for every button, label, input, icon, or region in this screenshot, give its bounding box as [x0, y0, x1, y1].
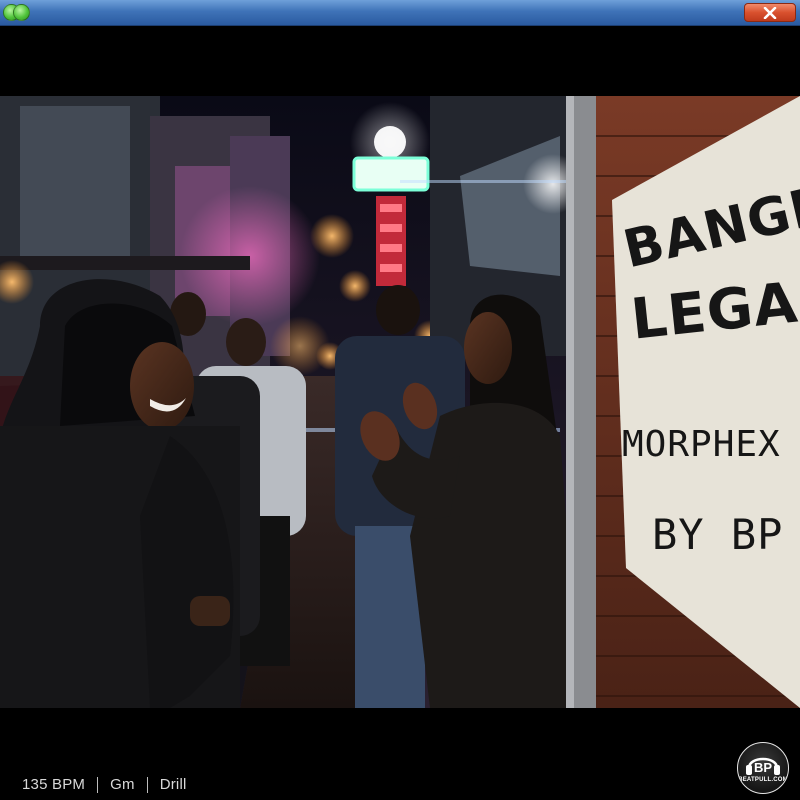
svg-text:BP: BP: [753, 760, 771, 775]
logo-text: BEATPULL.COM: [738, 777, 788, 783]
street-scene-illustration: [0, 96, 800, 708]
close-button[interactable]: [744, 3, 796, 22]
cover-image: BANGKOK LEGACY MORPHEX BY BP: [0, 96, 800, 708]
divider: [146, 776, 148, 793]
title-bar[interactable]: [0, 0, 800, 26]
genre-label: Drill: [159, 776, 187, 793]
close-x-icon: [763, 6, 777, 19]
headphones-icon: BP: [745, 757, 780, 775]
track-info-bar: 135 BPM Gm Drill: [22, 776, 187, 793]
divider: [97, 776, 99, 793]
beatpull-logo[interactable]: BP BEATPULL.COM: [737, 742, 789, 794]
bpm-label: 135 BPM: [22, 776, 86, 793]
key-label: Gm: [110, 776, 135, 793]
media-viewer-window: BANGKOK LEGACY MORPHEX BY BP 135 BPM Gm …: [0, 0, 800, 800]
green-dot-icon[interactable]: [13, 4, 30, 21]
